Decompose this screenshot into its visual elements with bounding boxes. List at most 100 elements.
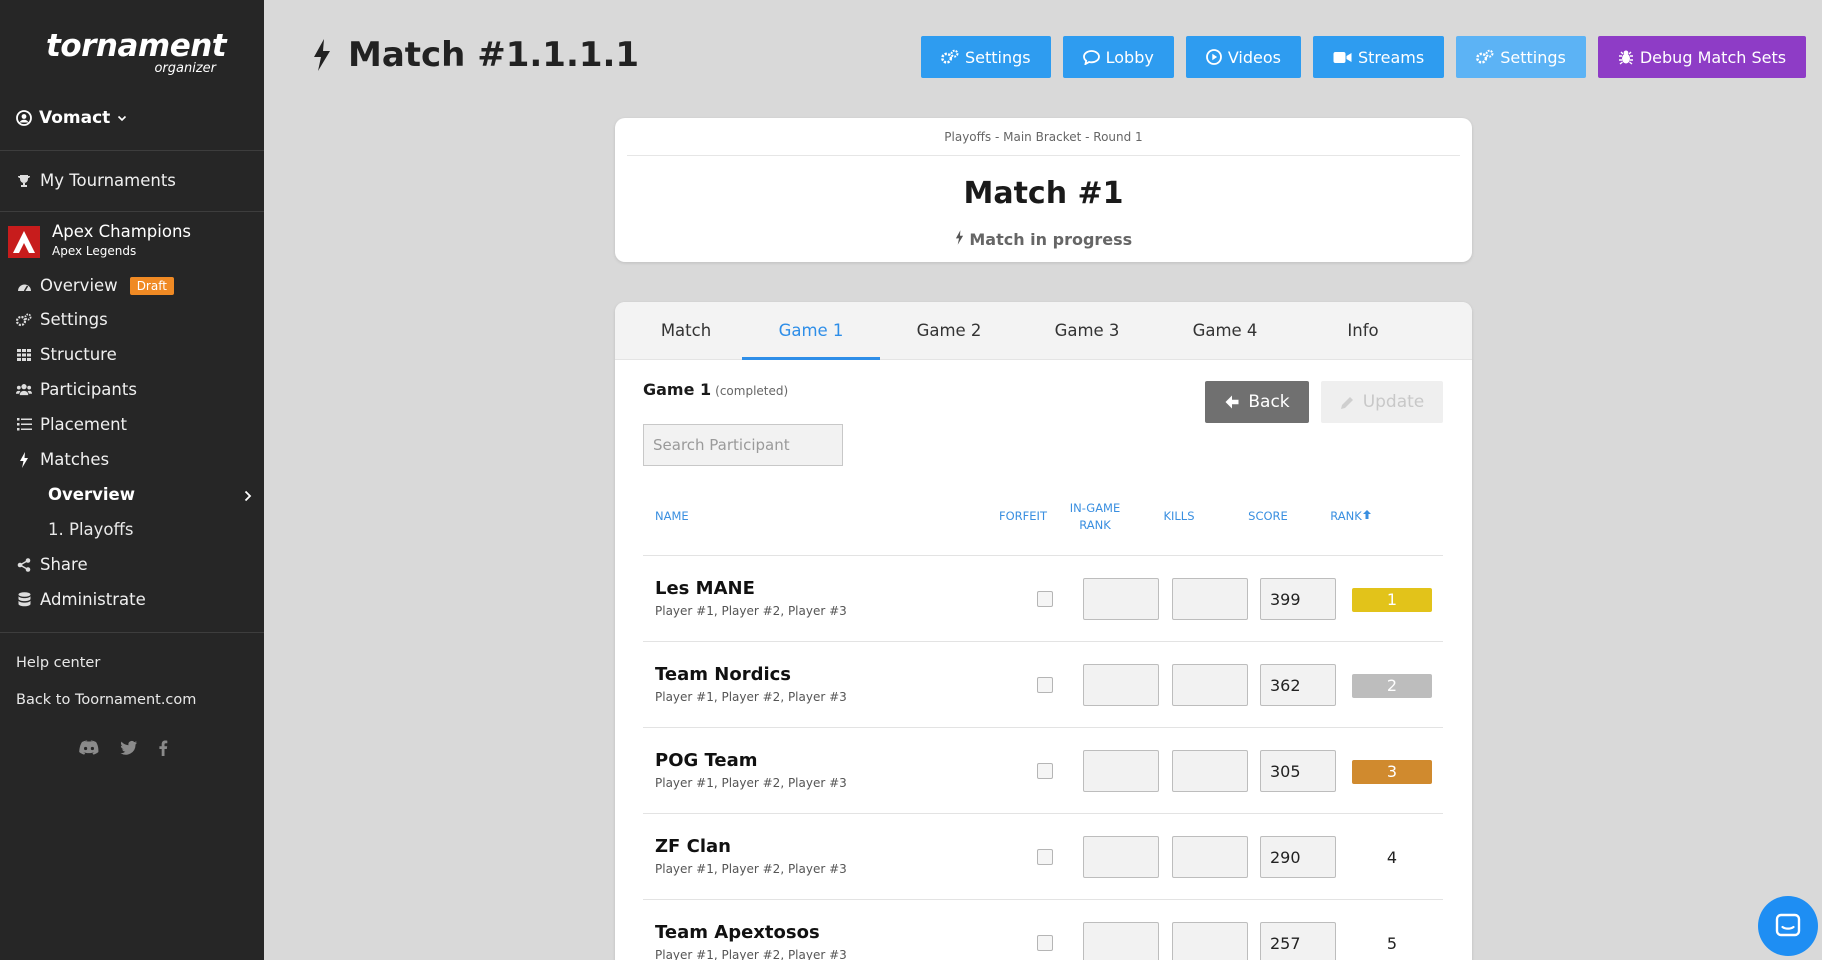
column-header-rank[interactable]: RANK [1311,508,1391,525]
help-center-link[interactable]: Help center [16,655,100,671]
sidebar-item-overview[interactable]: Overview Draft [16,276,174,295]
column-header-kills[interactable]: KILLS [1139,508,1219,525]
grid-icon [16,348,32,361]
lightning-icon [314,39,330,71]
sidebar-subitem-matches-overview[interactable]: Overview [48,485,135,504]
column-header-score[interactable]: SCORE [1228,508,1308,525]
sidebar-item-my-tournaments[interactable]: My Tournaments [16,171,176,190]
match-tabs: Match Game 1 Game 2 Game 3 Game 4 Info [615,302,1472,360]
ingame-rank-input[interactable] [1083,664,1159,706]
kills-input[interactable] [1172,922,1248,960]
user-menu[interactable]: Vomact [16,108,127,128]
trophy-icon [16,174,32,188]
toornament-logo[interactable]: tornament organizer [46,28,227,78]
gears-icon [941,49,959,64]
sidebar-divider [0,211,264,212]
match-summary-card: Playoffs - Main Bracket - Round 1 Match … [615,118,1472,262]
rank-value: 4 [1386,848,1398,867]
search-participant-input[interactable] [643,424,843,466]
tournament-name[interactable]: Apex Champions [52,222,191,241]
sidebar-item-structure[interactable]: Structure [16,345,117,364]
score-input[interactable] [1260,922,1336,960]
tab-info[interactable]: Info [1294,302,1432,360]
page-title: Match #1.1.1.1 [312,35,639,75]
score-input[interactable] [1260,578,1336,620]
score-input[interactable] [1260,750,1336,792]
discord-icon[interactable] [78,740,100,756]
score-input[interactable] [1260,664,1336,706]
apex-legends-logo [8,226,40,258]
sidebar-item-administrate[interactable]: Administrate [16,590,146,609]
support-chat-button[interactable] [1758,896,1818,956]
videos-button[interactable]: Videos [1185,36,1301,78]
kills-input[interactable] [1172,578,1248,620]
column-header-forfeit[interactable]: FORFEIT [988,508,1058,525]
sidebar-item-label: Settings [40,310,108,329]
forfeit-checkbox[interactable] [1037,935,1053,951]
button-label: Back [1248,392,1290,412]
forfeit-checkbox[interactable] [1037,677,1053,693]
team-players: Player #1, Player #2, Player #3 [655,690,847,704]
sidebar-item-placement[interactable]: Placement [16,415,127,434]
header-label: RANK [1330,509,1362,523]
sidebar-subitem-playoffs[interactable]: 1. Playoffs [48,520,133,539]
kills-input[interactable] [1172,836,1248,878]
header-toolbar: Settings Lobby Videos Streams Settings D… [921,36,1807,78]
sidebar-item-share[interactable]: Share [16,555,88,574]
back-button[interactable]: Back [1205,381,1309,423]
ingame-rank-input[interactable] [1083,750,1159,792]
table-row: Team Apextosos Player #1, Player #2, Pla… [643,900,1443,960]
team-players: Player #1, Player #2, Player #3 [655,862,847,876]
ingame-rank-input[interactable] [1083,836,1159,878]
kills-input[interactable] [1172,664,1248,706]
user-circle-icon [16,110,32,126]
tab-game-2[interactable]: Game 2 [880,302,1018,360]
game-heading: Game 1 (completed) [643,380,788,399]
sidebar-item-matches[interactable]: Matches [16,450,109,469]
forfeit-checkbox[interactable] [1037,849,1053,865]
chevron-down-icon [118,115,127,122]
header-line: IN-GAME [1069,501,1121,515]
settings-secondary-button[interactable]: Settings [1456,36,1586,78]
column-header-ingame-rank[interactable]: IN-GAME RANK [1055,500,1135,534]
kills-input[interactable] [1172,750,1248,792]
team-name: Les MANE [655,578,755,599]
ingame-rank-input[interactable] [1083,922,1159,960]
sidebar-item-settings[interactable]: Settings [16,310,108,329]
forfeit-checkbox[interactable] [1037,763,1053,779]
score-input[interactable] [1260,836,1336,878]
streams-button[interactable]: Streams [1313,36,1445,78]
logo-wordmark: tornament [46,28,227,64]
rank-badge: 2 [1352,674,1432,698]
update-button[interactable]: Update [1321,381,1443,423]
twitter-icon[interactable] [120,740,138,756]
sidebar-item-participants[interactable]: Participants [16,380,137,399]
debug-match-sets-button[interactable]: Debug Match Sets [1597,36,1807,78]
tab-game-3[interactable]: Game 3 [1018,302,1156,360]
sidebar-item-label: Structure [40,345,117,364]
rank-value: 5 [1386,934,1398,953]
team-players: Player #1, Player #2, Player #3 [655,604,847,618]
ingame-rank-input[interactable] [1083,578,1159,620]
tab-game-1[interactable]: Game 1 [742,302,880,360]
match-title: Match #1 [963,176,1124,211]
rank-badge: 1 [1352,588,1432,612]
play-circle-icon [1205,49,1222,65]
card-divider [627,155,1460,156]
button-label: Settings [965,47,1031,67]
bug-icon [1618,50,1633,65]
back-to-toornament-link[interactable]: Back to Toornament.com [16,692,196,708]
logo-subtitle: organizer [154,61,216,76]
lobby-button[interactable]: Lobby [1062,36,1174,78]
forfeit-checkbox[interactable] [1037,591,1053,607]
tab-game-4[interactable]: Game 4 [1156,302,1294,360]
sidebar-item-label: Participants [40,380,137,399]
lightning-icon [955,230,963,245]
settings-button[interactable]: Settings [921,36,1051,78]
facebook-icon[interactable] [158,740,168,756]
user-name: Vomact [39,108,111,128]
column-header-name[interactable]: NAME [655,508,689,525]
tab-match[interactable]: Match [627,302,745,360]
video-camera-icon [1333,51,1352,63]
rank-badge: 3 [1352,760,1432,784]
